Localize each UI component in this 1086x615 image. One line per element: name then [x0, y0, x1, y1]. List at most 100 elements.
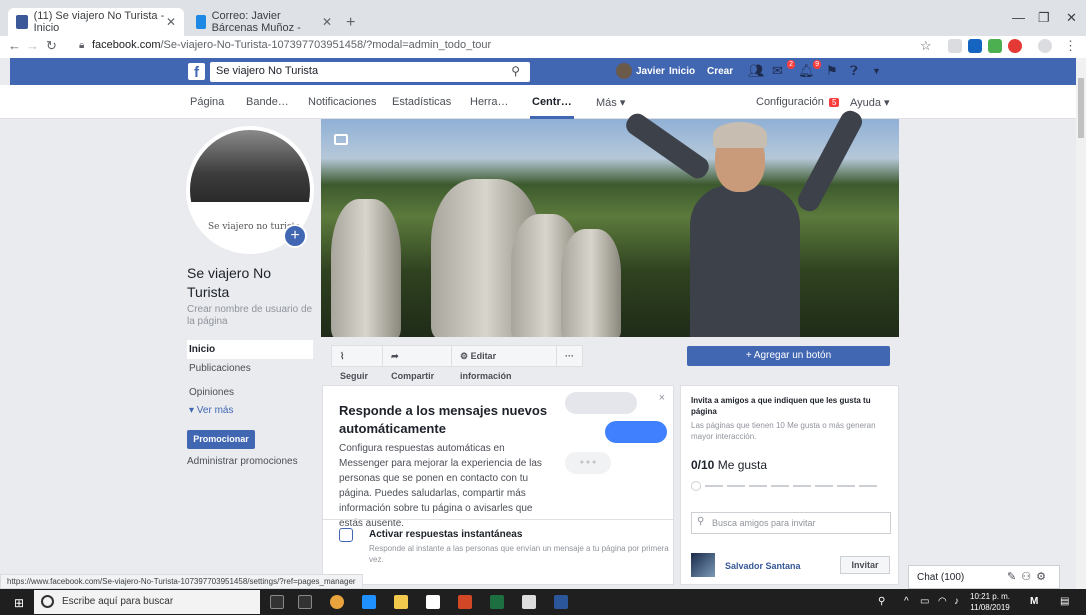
notifications-bell-icon[interactable]: 🔔︎ 9 [798, 60, 821, 79]
notifications-center-icon[interactable]: ▤ [1060, 596, 1069, 607]
forward-arrow-icon[interactable]: → [26, 38, 39, 53]
divider [323, 519, 673, 520]
facebook-favicon-icon [16, 15, 28, 29]
progress-segment [705, 485, 723, 487]
close-tab-icon[interactable]: ✕ [322, 15, 332, 29]
browser-tab-strip: (11) Se viajero No Turista - Inicio ✕ Co… [0, 0, 1086, 36]
file-explorer-icon[interactable] [394, 595, 408, 609]
see-more-link[interactable]: ▾ Ver más [189, 405, 233, 416]
new-tab-button[interactable]: + [346, 14, 355, 32]
profile-link[interactable]: Javier [636, 66, 665, 77]
excel-icon[interactable] [490, 595, 504, 609]
add-profile-photo-icon[interactable]: + [283, 224, 307, 248]
likes-count: 0/10 [691, 458, 715, 472]
extension-icon[interactable] [968, 39, 982, 53]
page-name[interactable]: Se viajero No Turista [187, 264, 307, 302]
lock-icon: 🔒︎ [79, 40, 85, 51]
chrome-icon[interactable] [330, 595, 344, 609]
tray-chevron-icon[interactable]: ^ [904, 596, 909, 607]
friend-requests-icon[interactable]: 👥︎ [748, 63, 766, 79]
tab-title: Correo: Javier Bárcenas Muñoz - [211, 10, 301, 34]
instant-replies-title[interactable]: Activar respuestas instantáneas [369, 529, 522, 540]
taskbar-search-input[interactable]: Escribe aquí para buscar [34, 590, 260, 614]
friend-avatar[interactable] [691, 553, 715, 577]
tab-configuracion[interactable]: Configuración 5 [756, 96, 840, 108]
tab-herramientas[interactable]: Herra… [470, 96, 509, 108]
invite-search-input[interactable]: ⚲ Busca amigos para invitar [691, 512, 891, 534]
new-message-icon[interactable]: ✎ [1007, 571, 1021, 583]
battery-icon[interactable]: ▭ [920, 596, 929, 607]
search-icon[interactable]: ⚲ [511, 64, 520, 78]
promote-button[interactable]: Promocionar [187, 430, 255, 449]
tab-bandeja[interactable]: Bande… [246, 96, 289, 108]
browser-tab-mail[interactable]: Correo: Javier Bárcenas Muñoz - ✕ [188, 8, 340, 36]
people-icon[interactable]: ⚲ [878, 596, 885, 607]
address-bar: ← → ↻ 🔒︎ facebook.com/Se-viajero-No-Turi… [0, 36, 1086, 58]
menu-kebab-icon[interactable]: ⋮ [1064, 38, 1077, 54]
bookmark-star-icon[interactable]: ☆ [920, 38, 932, 54]
volume-icon[interactable]: ♪ [954, 596, 959, 607]
messenger-icon[interactable]: ✉ 2 [772, 60, 795, 79]
add-button-cta[interactable]: + Agregar un botón [687, 346, 890, 366]
url-field[interactable]: facebook.com/Se-viajero-No-Turista-10739… [92, 39, 491, 51]
help-icon[interactable]: ❓︎ [850, 63, 868, 79]
back-arrow-icon[interactable]: ← [8, 38, 21, 53]
chat-label: Chat (100) [917, 572, 965, 583]
scrollbar-thumb[interactable] [1078, 78, 1084, 138]
user-avatar[interactable] [616, 63, 632, 79]
friend-name[interactable]: Salvador Santana [725, 561, 801, 571]
manage-promotions-link[interactable]: Administrar promociones [187, 456, 298, 467]
account-menu-chevron-icon[interactable]: ▼ [872, 66, 890, 82]
pages-icon[interactable]: ⚑ [826, 63, 844, 79]
powerpoint-icon[interactable] [458, 595, 472, 609]
create-link[interactable]: Crear [707, 66, 733, 77]
cover-photo[interactable] [321, 119, 899, 337]
invite-button[interactable]: Invitar [840, 556, 890, 574]
left-nav-publicaciones[interactable]: Publicaciones [187, 363, 313, 374]
page-tab-nav: Página Bande… Notificaciones Estadística… [0, 85, 1076, 119]
tab-estadisticas[interactable]: Estadísticas [392, 96, 451, 108]
messages-badge: 2 [787, 60, 795, 69]
edge-icon[interactable] [362, 595, 376, 609]
left-nav-inicio[interactable]: Inicio [187, 340, 313, 359]
word-icon[interactable] [554, 595, 568, 609]
facebook-search-input[interactable]: Se viajero No Turista ⚲ [210, 62, 530, 82]
new-group-icon[interactable]: ⚇ [1021, 571, 1036, 583]
windows-start-icon[interactable]: ⊞ [14, 596, 24, 610]
reload-icon[interactable]: ↻ [46, 38, 57, 54]
follow-button[interactable]: ⌇ Seguir [332, 346, 384, 381]
browser-tab-facebook[interactable]: (11) Se viajero No Turista - Inicio ✕ [8, 8, 184, 36]
left-nav-opiniones[interactable]: Opiniones [187, 387, 313, 398]
profile-avatar-icon[interactable] [1038, 39, 1052, 53]
task-view-icon[interactable] [298, 595, 312, 609]
home-link[interactable]: Inicio [669, 66, 695, 77]
camera-icon[interactable] [334, 134, 348, 145]
gmail-icon[interactable]: M [1030, 596, 1038, 607]
facebook-logo-icon[interactable]: f [188, 63, 205, 81]
taskbar-clock[interactable]: 10:21 p. m. 11/08/2019 [970, 591, 1010, 613]
extension-icon[interactable] [988, 39, 1002, 53]
wifi-icon[interactable]: ◠ [938, 596, 947, 607]
maximize-button[interactable]: ❐ [1038, 10, 1050, 26]
tab-mas[interactable]: Más ▾ [596, 96, 625, 109]
tab-centro[interactable]: Centr… [532, 96, 572, 108]
close-tab-icon[interactable]: ✕ [166, 15, 176, 29]
tab-notificaciones[interactable]: Notificaciones [308, 96, 376, 108]
mic-icon[interactable] [270, 595, 284, 609]
tab-ayuda[interactable]: Ayuda ▾ [850, 96, 890, 109]
mail-icon[interactable] [522, 595, 536, 609]
page-scrollbar[interactable] [1076, 58, 1086, 589]
create-username-link[interactable]: Crear nombre de usuario de la página [187, 304, 313, 328]
minimize-button[interactable]: — [1012, 10, 1025, 25]
extension-icon[interactable] [1008, 39, 1022, 53]
chat-settings-gear-icon[interactable]: ⚙ [1036, 571, 1051, 583]
tab-pagina[interactable]: Página [190, 96, 224, 108]
store-icon[interactable] [426, 595, 440, 609]
edit-info-button[interactable]: ⚙ Editar información [452, 346, 557, 381]
extension-icon[interactable] [948, 39, 962, 53]
share-button[interactable]: ➦ Compartir [383, 346, 452, 381]
close-card-icon[interactable]: × [659, 392, 665, 404]
close-window-button[interactable]: ✕ [1066, 10, 1077, 26]
chat-sidebar-bar[interactable]: Chat (100) ✎⚇⚙ [908, 565, 1060, 589]
more-options-button[interactable]: ··· [557, 346, 582, 366]
